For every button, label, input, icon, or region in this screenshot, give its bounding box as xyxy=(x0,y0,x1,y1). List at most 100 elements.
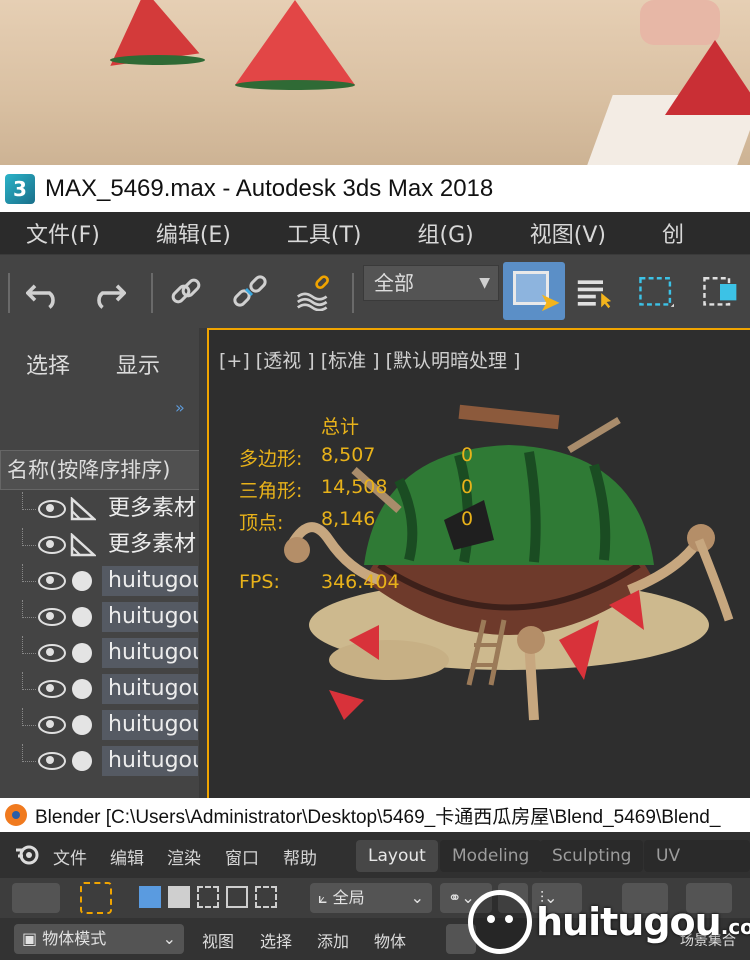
link-icon[interactable] xyxy=(168,275,204,311)
column-header-name[interactable]: 名称(按降序排序) xyxy=(0,450,200,490)
gem-rind xyxy=(235,80,355,90)
scene-row[interactable]: huitugou xyxy=(0,708,200,742)
redo-icon[interactable] xyxy=(90,275,126,311)
visibility-eye-icon[interactable] xyxy=(38,678,66,698)
visibility-eye-icon[interactable] xyxy=(38,642,66,662)
rect-selection-icon[interactable] xyxy=(638,275,674,311)
unlink-icon[interactable] xyxy=(232,275,268,311)
transform-pivot-icon[interactable] xyxy=(12,883,60,913)
scene-explorer-scrollbar[interactable] xyxy=(199,328,207,798)
tree-connector xyxy=(22,600,36,618)
scene-explorer-panel: 选择 显示 » 名称(按降序排序) 更多素材 更多素材 huitugou hui… xyxy=(0,328,207,798)
workspace-tab-uv-editing[interactable]: UV Editing xyxy=(644,840,750,898)
bind-spacewarp-icon[interactable] xyxy=(296,275,332,311)
menu-edit[interactable]: 编辑(E) xyxy=(130,217,261,249)
visibility-eye-icon[interactable] xyxy=(38,606,66,626)
blender-menu-window[interactable]: 窗口 xyxy=(225,844,259,869)
undo-icon[interactable] xyxy=(26,275,62,311)
window-crossing-icon[interactable] xyxy=(702,275,738,311)
transform-orientation-dropdown[interactable]: ⟀ 全局 ⌄ xyxy=(310,883,432,913)
workspace-tab-modeling[interactable]: Modeling xyxy=(440,840,542,872)
scene-row-name: 更多素材 xyxy=(108,496,197,521)
visibility-eye-icon[interactable] xyxy=(38,498,66,518)
scene-row[interactable]: 更多素材 xyxy=(0,492,200,526)
select-new-icon[interactable] xyxy=(139,886,161,908)
tab-select[interactable]: 选择 xyxy=(26,348,70,380)
tree-connector xyxy=(22,528,36,546)
menu-create[interactable]: 创 xyxy=(636,217,714,249)
header-menu-select[interactable]: 选择 xyxy=(260,928,292,952)
stats-triangles-value: 14,508 xyxy=(321,476,388,498)
blender-menu-render[interactable]: 渲染 xyxy=(167,844,201,869)
visibility-eye-icon[interactable] xyxy=(38,534,66,554)
chevron-down-icon: ▼ xyxy=(479,275,490,291)
expand-panel-icon[interactable]: » xyxy=(175,398,185,417)
blender-menu-icon[interactable] xyxy=(14,842,40,866)
max-window-title: MAX_5469.max - Autodesk 3ds Max 2018 xyxy=(45,174,494,202)
select-by-name-icon[interactable] xyxy=(576,275,612,311)
object-mode-value: 物体模式 xyxy=(42,929,107,948)
visibility-eye-icon[interactable] xyxy=(38,750,66,770)
scene-row[interactable]: huitugou xyxy=(0,564,200,598)
scene-row-name: huitugou xyxy=(102,746,198,776)
select-invert-icon[interactable] xyxy=(226,886,248,908)
stats-header: 总计 xyxy=(321,416,360,438)
header-menu-add[interactable]: 添加 xyxy=(317,928,349,952)
blender-menu-help[interactable]: 帮助 xyxy=(283,844,317,869)
visibility-eye-icon[interactable] xyxy=(38,570,66,590)
tree-connector xyxy=(22,492,36,510)
tree-connector xyxy=(22,708,36,726)
scene-row[interactable]: huitugou xyxy=(0,600,200,634)
viewport-label-menu[interactable]: [+] [透视 ] [标准 ] [默认明暗处理 ] xyxy=(219,346,520,373)
stats-vertices-label: 顶点: xyxy=(239,512,284,534)
stone-shape xyxy=(640,0,720,45)
scene-row-name: huitugou xyxy=(102,638,198,668)
menu-tools[interactable]: 工具(T) xyxy=(261,217,392,249)
scene-row[interactable]: huitugou xyxy=(0,744,200,778)
stats-fps-value: 346.404 xyxy=(321,571,400,593)
select-extend-icon[interactable] xyxy=(168,886,190,908)
helper-triangle-icon xyxy=(70,497,96,521)
geometry-dot-icon xyxy=(72,715,92,735)
tab-display[interactable]: 显示 xyxy=(116,348,160,380)
geometry-dot-icon xyxy=(72,679,92,699)
stats-vertices-selected: 0 xyxy=(461,508,474,530)
tree-connector xyxy=(22,744,36,762)
select-object-button[interactable]: ➤ xyxy=(503,262,565,320)
watermelon-gem-shape xyxy=(665,40,750,115)
select-intersect-icon[interactable] xyxy=(255,886,277,908)
selection-filter-dropdown[interactable]: 全部 ▼ xyxy=(363,265,499,301)
select-subtract-icon[interactable] xyxy=(197,886,219,908)
workspace-tab-sculpting[interactable]: Sculpting xyxy=(540,840,644,872)
perspective-viewport[interactable]: [+] [透视 ] [标准 ] [默认明暗处理 ] 总计 多边形: 8,507 … xyxy=(207,328,750,798)
scene-row[interactable]: 更多素材 xyxy=(0,528,200,562)
menu-file[interactable]: 文件(F) xyxy=(0,217,130,249)
blender-logo-icon xyxy=(5,804,27,826)
render-preview-image xyxy=(0,0,750,165)
scene-row-name: 更多素材 xyxy=(108,532,197,557)
watermark-suffix: .com xyxy=(720,915,750,939)
toolbar-grip xyxy=(8,273,10,313)
menu-view[interactable]: 视图(V) xyxy=(504,217,636,249)
geometry-dot-icon xyxy=(72,571,92,591)
scene-row[interactable]: huitugou xyxy=(0,636,200,670)
blender-menu-file[interactable]: 文件 xyxy=(53,844,87,869)
geometry-dot-icon xyxy=(72,643,92,663)
menu-group[interactable]: 组(G) xyxy=(392,217,504,249)
scene-explorer-tabs: 选择 显示 xyxy=(0,348,207,388)
select-tool-icon[interactable] xyxy=(80,882,112,914)
geometry-dot-icon xyxy=(72,607,92,627)
stats-triangles-label: 三角形: xyxy=(239,480,303,502)
blender-menu-edit[interactable]: 编辑 xyxy=(110,844,144,869)
max-menubar: 文件(F) 编辑(E) 工具(T) 组(G) 视图(V) 创 xyxy=(0,212,750,254)
header-menu-object[interactable]: 物体 xyxy=(374,928,406,952)
toolbar-separator xyxy=(151,273,153,313)
orientation-axis-icon: ⟀ xyxy=(318,888,333,907)
workspace-tab-layout[interactable]: Layout xyxy=(356,840,438,872)
stats-polygons-selected: 0 xyxy=(461,444,474,466)
header-menu-view[interactable]: 视图 xyxy=(202,928,234,952)
scene-row[interactable]: huitugou xyxy=(0,672,200,706)
object-mode-dropdown[interactable]: ▣ 物体模式 ⌄ xyxy=(14,924,184,954)
visibility-eye-icon[interactable] xyxy=(38,714,66,734)
stats-polygons-value: 8,507 xyxy=(321,444,376,466)
